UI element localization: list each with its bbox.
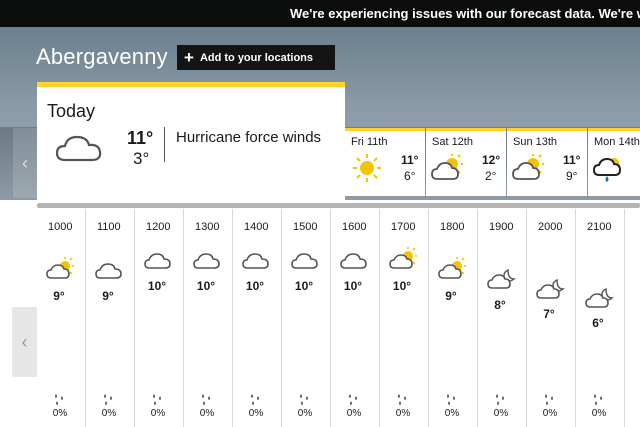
day-high-temp: 11° xyxy=(563,153,581,167)
days-prev-arrow[interactable]: ‹ xyxy=(13,128,37,198)
rain-chance: 0% xyxy=(493,408,509,419)
sun-cloud-icon xyxy=(389,247,419,276)
hour-column[interactable]: 1000 9° 0% xyxy=(37,209,86,427)
hour-time: 1800 xyxy=(440,221,465,233)
day-card[interactable]: Fri 11th 11° 6° xyxy=(345,128,425,196)
rain-chance: 0% xyxy=(199,408,215,419)
rain-chance: 0% xyxy=(297,408,313,419)
cloud-icon xyxy=(144,249,174,276)
day-name: Fri 11th xyxy=(351,136,388,148)
hour-temp: 9° xyxy=(53,289,65,303)
today-title: Today xyxy=(47,101,96,121)
day-high-temp: 12° xyxy=(482,153,501,167)
hour-column[interactable]: 1500 10° 0% xyxy=(282,209,331,427)
cloud-icon xyxy=(55,132,103,167)
day-name: Sun 13th xyxy=(513,136,558,148)
forecast-scrollbar[interactable] xyxy=(37,203,640,208)
service-banner: We're experiencing issues with our forec… xyxy=(0,0,640,27)
rain-chance: 0% xyxy=(101,408,117,419)
moon-cloud-icon xyxy=(487,267,517,296)
cloud-icon xyxy=(340,249,370,276)
today-card[interactable]: Today 11° 3° Hurricane force winds xyxy=(37,82,345,202)
day-low-temp: 2° xyxy=(485,169,497,183)
hour-time: 1000 xyxy=(48,221,73,233)
moon-cloud-icon xyxy=(536,277,566,306)
hour-temp: 10° xyxy=(245,279,265,293)
hour-time: 2000 xyxy=(538,221,563,233)
hour-temp: 9° xyxy=(102,289,114,303)
hour-time: 2100 xyxy=(587,221,612,233)
hour-column[interactable]: 1700 10° 0% xyxy=(380,209,429,427)
today-description: Hurricane force winds xyxy=(176,129,322,146)
sun-cloud-icon xyxy=(46,257,76,286)
rain-cloud-icon xyxy=(592,153,627,188)
hour-temp: 9° xyxy=(445,289,457,303)
hours-prev-arrow[interactable]: ‹ xyxy=(12,307,37,377)
day-card[interactable]: Sun 13th 11° 9° xyxy=(507,128,587,196)
cloud-icon xyxy=(291,249,321,276)
hour-temp: 7° xyxy=(543,307,555,321)
sun-icon xyxy=(350,153,384,188)
hour-column[interactable]: 1300 10° 0% xyxy=(184,209,233,427)
hour-temp: 10° xyxy=(196,279,216,293)
hour-time: 1600 xyxy=(342,221,367,233)
hour-column[interactable]: 1800 9° 0% xyxy=(429,209,478,427)
today-high-temp: 11° xyxy=(127,128,154,148)
cloud-icon xyxy=(193,249,223,276)
rain-chance: 0% xyxy=(150,408,166,419)
hour-column[interactable]: 1900 8° 0% xyxy=(478,209,527,427)
cloud-icon xyxy=(242,249,272,276)
hour-column[interactable]: 1100 9° 0% xyxy=(86,209,135,427)
day-low-temp: 6° xyxy=(404,169,416,183)
cloud-icon xyxy=(95,259,125,286)
location-title: Abergavenny xyxy=(36,44,168,69)
hour-temp: 10° xyxy=(392,279,412,293)
hour-column[interactable]: 2100 6° 0% xyxy=(576,209,625,427)
hour-time: 1300 xyxy=(195,221,220,233)
sun-cloud-icon xyxy=(512,153,546,188)
hour-temp: 6° xyxy=(592,316,604,330)
hour-time: 1500 xyxy=(293,221,318,233)
hour-temp: 10° xyxy=(147,279,167,293)
hour-column[interactable]: 2000 7° 0% xyxy=(527,209,576,427)
hour-column[interactable]: 1600 10° 0% xyxy=(331,209,380,427)
hour-temp: 8° xyxy=(494,298,506,312)
rain-chance: 0% xyxy=(52,408,68,419)
moon-cloud-icon xyxy=(585,286,615,315)
day-card[interactable]: Sat 12th 12° 2° xyxy=(426,128,506,196)
add-location-label: Add to your locations xyxy=(199,52,313,64)
hourly-forecast: 1000 9° 0% 1100 9° 0% 1200 10° 0% 1300 1… xyxy=(37,209,640,427)
daily-forecast-strip: Fri 11th 11° 6° Sat 12th 12° 2° Sun 13th… xyxy=(345,128,640,196)
hour-column[interactable]: 1200 10° 0% xyxy=(135,209,184,427)
hour-time: 1700 xyxy=(391,221,416,233)
plus-icon: + xyxy=(184,48,194,67)
day-name: Sat 12th xyxy=(432,136,473,148)
sun-cloud-icon xyxy=(438,257,468,286)
hour-column[interactable]: 1400 10° 0% xyxy=(233,209,282,427)
banner-text: We're experiencing issues with our forec… xyxy=(290,6,640,21)
hour-temp: 10° xyxy=(343,279,363,293)
day-name: Mon 14th xyxy=(594,136,640,148)
add-location-button[interactable]: + Add to your locations xyxy=(177,45,335,70)
today-divider xyxy=(164,127,165,162)
hour-temp: 10° xyxy=(294,279,314,293)
rain-chance: 0% xyxy=(444,408,460,419)
rain-chance: 0% xyxy=(248,408,264,419)
rain-chance: 0% xyxy=(395,408,411,419)
hour-time: 1900 xyxy=(489,221,514,233)
hour-time: 1400 xyxy=(244,221,269,233)
rain-chance: 0% xyxy=(591,408,607,419)
rain-chance: 0% xyxy=(346,408,362,419)
day-high-temp: 11° xyxy=(401,153,419,167)
today-low-temp: 3° xyxy=(133,149,150,168)
hour-time: 1100 xyxy=(97,221,121,233)
sun-cloud-icon xyxy=(431,153,465,188)
hour-time: 1200 xyxy=(146,221,171,233)
day-low-temp: 9° xyxy=(566,169,578,183)
day-card[interactable]: Mon 14th xyxy=(588,128,640,196)
rain-chance: 0% xyxy=(542,408,558,419)
